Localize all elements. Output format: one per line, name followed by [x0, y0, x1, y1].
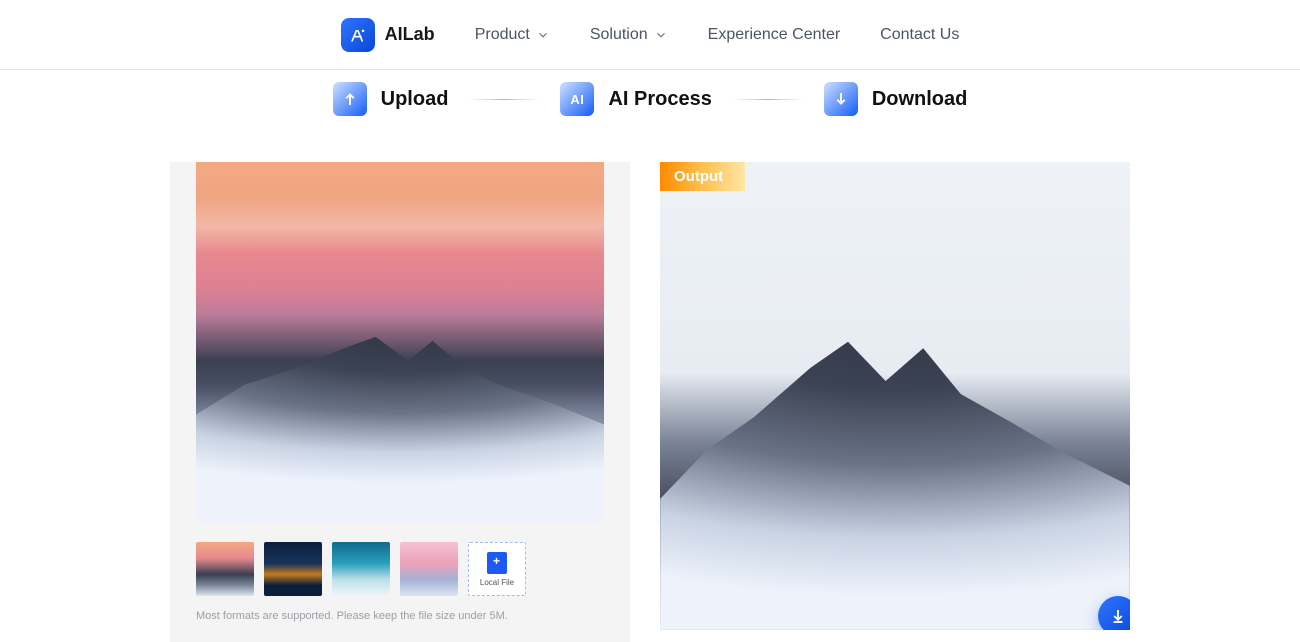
input-panel: Local File Most formats are supported. P…: [170, 162, 630, 642]
output-preview: Output: [660, 162, 1130, 630]
download-button[interactable]: [1098, 596, 1130, 630]
thumbnail-2[interactable]: [264, 542, 322, 596]
navbar: AILab Product Solution Experience Center…: [0, 0, 1300, 70]
download-arrow-icon: [824, 82, 858, 116]
output-badge: Output: [660, 162, 745, 191]
thumbnail-row: Local File: [196, 542, 604, 596]
brand-logo-icon: [341, 18, 375, 52]
brand-name: AILab: [385, 24, 435, 45]
nav-product[interactable]: Product: [475, 26, 550, 44]
nav-solution-label: Solution: [590, 26, 648, 44]
chevron-down-icon: [536, 28, 550, 42]
workspace: Local File Most formats are supported. P…: [0, 162, 1300, 642]
step-ai-process: AI AI Process: [560, 82, 711, 116]
input-preview[interactable]: [196, 162, 604, 524]
nav-product-label: Product: [475, 26, 530, 44]
step-divider: [468, 99, 540, 100]
ai-icon: AI: [560, 82, 594, 116]
upload-hint: Most formats are supported. Please keep …: [196, 610, 604, 622]
thumbnail-4[interactable]: [400, 542, 458, 596]
steps-bar: Upload AI AI Process Download: [0, 82, 1300, 116]
nav-contact-us[interactable]: Contact Us: [880, 26, 959, 44]
step-download-label: Download: [872, 88, 968, 111]
upload-arrow-icon: [333, 82, 367, 116]
step-upload: Upload: [333, 82, 449, 116]
thumbnail-1[interactable]: [196, 542, 254, 596]
brand[interactable]: AILab: [341, 18, 435, 52]
step-divider: [732, 99, 804, 100]
nav-solution[interactable]: Solution: [590, 26, 668, 44]
nav-experience-center[interactable]: Experience Center: [708, 26, 841, 44]
local-file-button[interactable]: Local File: [468, 542, 526, 596]
local-file-label: Local File: [480, 578, 514, 587]
step-upload-label: Upload: [381, 88, 449, 111]
file-plus-icon: [487, 552, 507, 574]
thumbnail-3[interactable]: [332, 542, 390, 596]
output-panel: Output: [660, 162, 1130, 642]
step-download: Download: [824, 82, 968, 116]
chevron-down-icon: [654, 28, 668, 42]
step-aiprocess-label: AI Process: [608, 88, 711, 111]
